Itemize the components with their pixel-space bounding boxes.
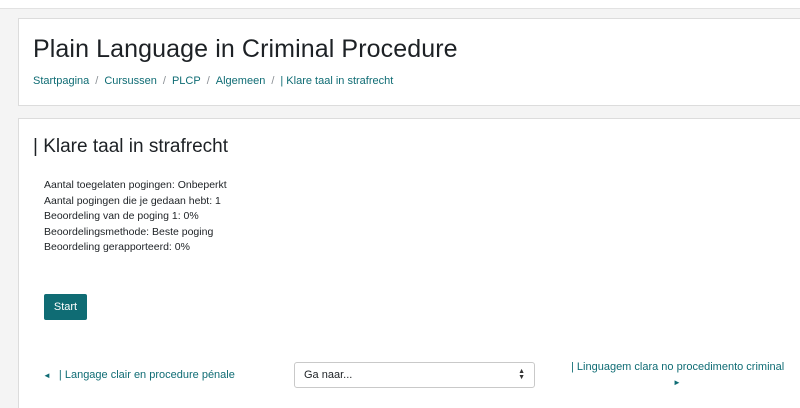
updown-chevron-icon: ▲ ▼: [518, 368, 525, 381]
triangle-left-icon: ◄: [43, 370, 51, 380]
info-attempts-made: Aantal pogingen die je gedaan hebt: 1: [44, 194, 221, 207]
breadcrumb-item-current[interactable]: | Klare taal in strafrecht: [280, 75, 393, 87]
start-button[interactable]: Start: [44, 294, 87, 320]
previous-activity-label: | Langage clair en procedure pénale: [58, 369, 235, 381]
next-activity-link[interactable]: | Linguagem clara no procedimento crimin…: [571, 361, 785, 387]
page-header: Plain Language in Criminal Procedure Sta…: [18, 18, 800, 106]
breadcrumb: Startpagina / Cursussen / PLCP / Algemee…: [33, 75, 393, 87]
top-navbar: [0, 0, 800, 9]
info-grading-method: Beoordelingsmethode: Beste poging: [44, 225, 214, 238]
breadcrumb-separator: /: [206, 75, 210, 87]
next-activity-label: | Linguagem clara no procedimento crimin…: [571, 361, 785, 373]
quiz-main-region: | Klare taal in strafrecht Aantal toegel…: [18, 118, 800, 408]
breadcrumb-separator: /: [95, 75, 99, 87]
breadcrumb-item-algemeen[interactable]: Algemeen: [216, 75, 266, 87]
info-allowed-attempts: Aantal toegelaten pogingen: Onbeperkt: [44, 179, 227, 191]
jump-to-select[interactable]: Ga naar... ▲ ▼: [294, 362, 535, 388]
page-title: Plain Language in Criminal Procedure: [33, 35, 458, 63]
quiz-title: | Klare taal in strafrecht: [33, 136, 229, 157]
info-reported-grade: Beoordeling gerapporteerd: 0%: [44, 241, 190, 253]
triangle-right-icon: ►: [673, 378, 681, 387]
breadcrumb-separator: /: [271, 75, 275, 87]
jump-to-value: Ga naar...: [304, 369, 353, 381]
info-attempt-grade: Beoordeling van de poging 1: 0%: [44, 210, 199, 222]
breadcrumb-item-cursussen[interactable]: Cursussen: [104, 75, 157, 87]
breadcrumb-item-plcp[interactable]: PLCP: [172, 75, 201, 87]
quiz-info: Aantal toegelaten pogingen: Onbeperkt Aa…: [44, 178, 227, 256]
previous-activity-link[interactable]: ◄ | Langage clair en procedure pénale: [43, 369, 235, 381]
breadcrumb-item-startpagina[interactable]: Startpagina: [33, 75, 89, 87]
breadcrumb-separator: /: [162, 75, 166, 87]
